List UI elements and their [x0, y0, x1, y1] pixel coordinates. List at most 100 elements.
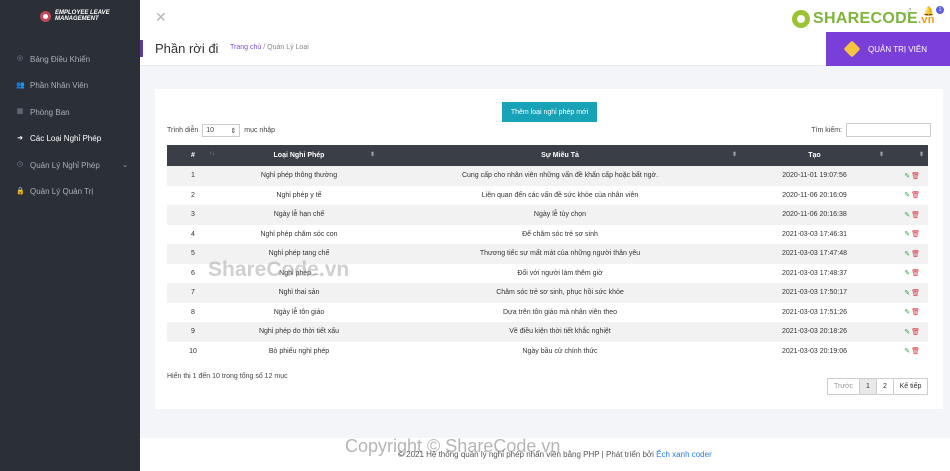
edit-icon[interactable]: ✎: [904, 173, 910, 180]
notification-badge: 1: [936, 6, 944, 14]
delete-icon[interactable]: 🗑: [911, 329, 920, 336]
edit-icon[interactable]: ✎: [904, 348, 910, 355]
brand[interactable]: EMPLOYEE LEAVE MANAGEMENT: [0, 0, 140, 32]
cell-description: Để chăm sóc trẻ sơ sinh: [522, 230, 598, 238]
table-row: 7 Nghỉ thai sản Chăm sóc trẻ sơ sinh, phục…: [167, 283, 928, 303]
sidebar-item-label: Quản Lý Nghỉ Phép: [30, 160, 100, 170]
lock-icon: 🔒: [16, 187, 25, 195]
column-header-created[interactable]: Tạo ⬍: [741, 145, 888, 166]
breadcrumb-home-link[interactable]: Trang chủ: [230, 44, 261, 51]
delete-icon[interactable]: 🗑: [911, 251, 920, 258]
cell-description: Đối với người làm thêm giờ: [517, 269, 603, 277]
page-title: Phần rời đi: [155, 41, 219, 56]
sidebar-item-dashboard[interactable]: ◎ Bảng Điều Khiển: [0, 46, 140, 73]
page-length-control: Trình diễn 10 ⇕ mục nhập: [167, 124, 275, 137]
sharecode-logo-text: SHARECODE: [813, 10, 918, 27]
pagination-next[interactable]: Kế tiếp: [893, 378, 928, 395]
pagination-page-2[interactable]: 2: [876, 378, 894, 395]
cell-number: 7: [191, 289, 195, 297]
table-row: 10 Bỏ phiếu nghỉ phép Ngày bầu cử chính th…: [167, 342, 928, 362]
delete-icon[interactable]: 🗑: [911, 290, 920, 297]
cell-description: Liên quan đến các vấn đề sức khỏe của nh…: [481, 191, 639, 199]
admin-label: QUẢN TRỊ VIÊN: [868, 44, 927, 54]
column-header-leave-type[interactable]: Loại Nghỉ Phép ⬍: [219, 145, 379, 166]
fullscreen-icon[interactable]: ⤢: [904, 6, 911, 17]
sidebar-item-departments[interactable]: ▦ Phòng Ban: [0, 99, 140, 126]
title-accent: [140, 40, 143, 57]
delete-icon[interactable]: 🗑: [911, 231, 920, 238]
sidebar-item-admin[interactable]: 🔒 Quản Lý Quản Trị: [0, 179, 140, 206]
pagination-page-1[interactable]: 1: [859, 378, 877, 395]
cell-leave-type: Nghỉ phép y tế: [276, 191, 322, 199]
sharecode-logo-icon: [792, 10, 810, 28]
table-row: 2 Nghỉ phép y tế Liên quan đến các vấn đề …: [167, 186, 928, 206]
table-row: 1 Nghỉ phép thông thường Cung cấp cho nhân…: [167, 166, 928, 186]
cell-leave-type: Ngày lễ hạn chế: [273, 211, 325, 219]
edit-icon[interactable]: ✎: [904, 309, 910, 316]
cell-description: Thương tiếc sự mất mát của những người t…: [479, 250, 641, 258]
table-info: Hiển thị 1 đến 10 trong tổng số 12 mục: [167, 373, 288, 380]
users-icon: 👥: [16, 81, 25, 89]
delete-icon[interactable]: 🗑: [911, 192, 920, 199]
sidebar-item-employees[interactable]: 👥 Phần Nhân Viên: [0, 73, 140, 100]
close-icon[interactable]: ✕: [155, 9, 167, 26]
column-header-description[interactable]: Sự Miêu Tả ⬍: [379, 145, 741, 166]
sort-icon: ⬍: [731, 152, 737, 158]
pagination-prev[interactable]: Trước: [827, 378, 860, 395]
cell-actions: ✎🗑: [888, 225, 928, 245]
cell-leave-type: Bỏ phiếu nghỉ phép: [268, 347, 330, 355]
edit-icon[interactable]: ✎: [904, 251, 910, 258]
sidebar-item-label: Các Loại Nghỉ Phép: [30, 134, 102, 144]
sidebar-item-leave-management[interactable]: ◷ Quản Lý Nghỉ Phép ⌄: [0, 152, 140, 179]
entries-label: mục nhập: [244, 127, 276, 134]
watermark-center: ShareCode.vn: [208, 258, 350, 281]
leave-types-card: Thêm loại nghỉ phép mới Trình diễn 10 ⇕ …: [155, 89, 943, 409]
brand-name: EMPLOYEE LEAVE MANAGEMENT: [55, 10, 110, 22]
sidebar-item-label: Phòng Ban: [30, 107, 70, 117]
page-length-value: 10: [206, 127, 215, 134]
cell-leave-type: Nghỉ phép chăm sóc con: [260, 230, 338, 238]
delete-icon[interactable]: 🗑: [911, 270, 920, 277]
delete-icon[interactable]: 🗑: [911, 212, 920, 219]
edit-icon[interactable]: ✎: [904, 192, 910, 199]
edit-icon[interactable]: ✎: [904, 270, 910, 277]
column-header-number[interactable]: # ↑↓: [167, 145, 219, 166]
cell-created: 2021-03-03 17:50:17: [782, 289, 847, 297]
sidebar-nav: ◎ Bảng Điều Khiển 👥 Phần Nhân Viên ▦ Phò…: [0, 46, 140, 205]
sidebar-item-label: Phần Nhân Viên: [30, 81, 89, 91]
top-icons: ⤢ 🔔: [904, 6, 934, 17]
delete-icon[interactable]: 🗑: [911, 309, 920, 316]
cell-description: Cung cấp cho nhân viên những vấn đề khẩn…: [461, 172, 659, 180]
breadcrumb-current: Quản Lý Loại: [267, 44, 309, 51]
page-length-select[interactable]: 10 ⇕: [202, 124, 241, 137]
chevron-down-icon: ⌄: [122, 162, 128, 170]
cell-number: 2: [191, 191, 195, 199]
cell-number: 8: [191, 308, 195, 316]
footer-link[interactable]: Ếch xanh coder: [656, 450, 712, 459]
sort-icon: ⬍: [369, 152, 375, 158]
search-input[interactable]: [846, 123, 931, 137]
delete-icon[interactable]: 🗑: [911, 173, 920, 180]
clock-icon: ◷: [16, 161, 24, 169]
edit-icon[interactable]: ✎: [904, 290, 910, 297]
edit-icon[interactable]: ✎: [904, 329, 910, 336]
user-icon: [843, 40, 861, 58]
edit-icon[interactable]: ✎: [904, 212, 910, 219]
cell-actions: ✎🗑: [888, 244, 928, 264]
cell-created: 2021-03-03 17:46:31: [782, 230, 847, 238]
edit-icon[interactable]: ✎: [904, 231, 910, 238]
cell-number: 4: [191, 230, 195, 238]
cell-actions: ✎🗑: [888, 186, 928, 206]
cell-leave-type: Nghỉ thai sản: [278, 289, 320, 297]
cell-actions: ✎🗑: [888, 205, 928, 225]
bell-icon[interactable]: 🔔: [923, 6, 934, 17]
add-leave-type-button[interactable]: Thêm loại nghỉ phép mới: [502, 102, 597, 122]
cell-description: Ngày bầu cử chính thức: [522, 347, 598, 355]
admin-button[interactable]: QUẢN TRỊ VIÊN: [826, 32, 950, 66]
delete-icon[interactable]: 🗑: [911, 348, 920, 355]
sidebar-item-leave-types[interactable]: ➜ Các Loại Nghỉ Phép: [0, 126, 140, 153]
column-header-actions[interactable]: ⬍: [888, 145, 928, 166]
search-control: Tìm kiếm:: [811, 123, 931, 137]
sort-icon: ↑↓: [209, 151, 215, 157]
cell-description: Về điều kiện thời tiết khắc nghiệt: [509, 328, 611, 336]
